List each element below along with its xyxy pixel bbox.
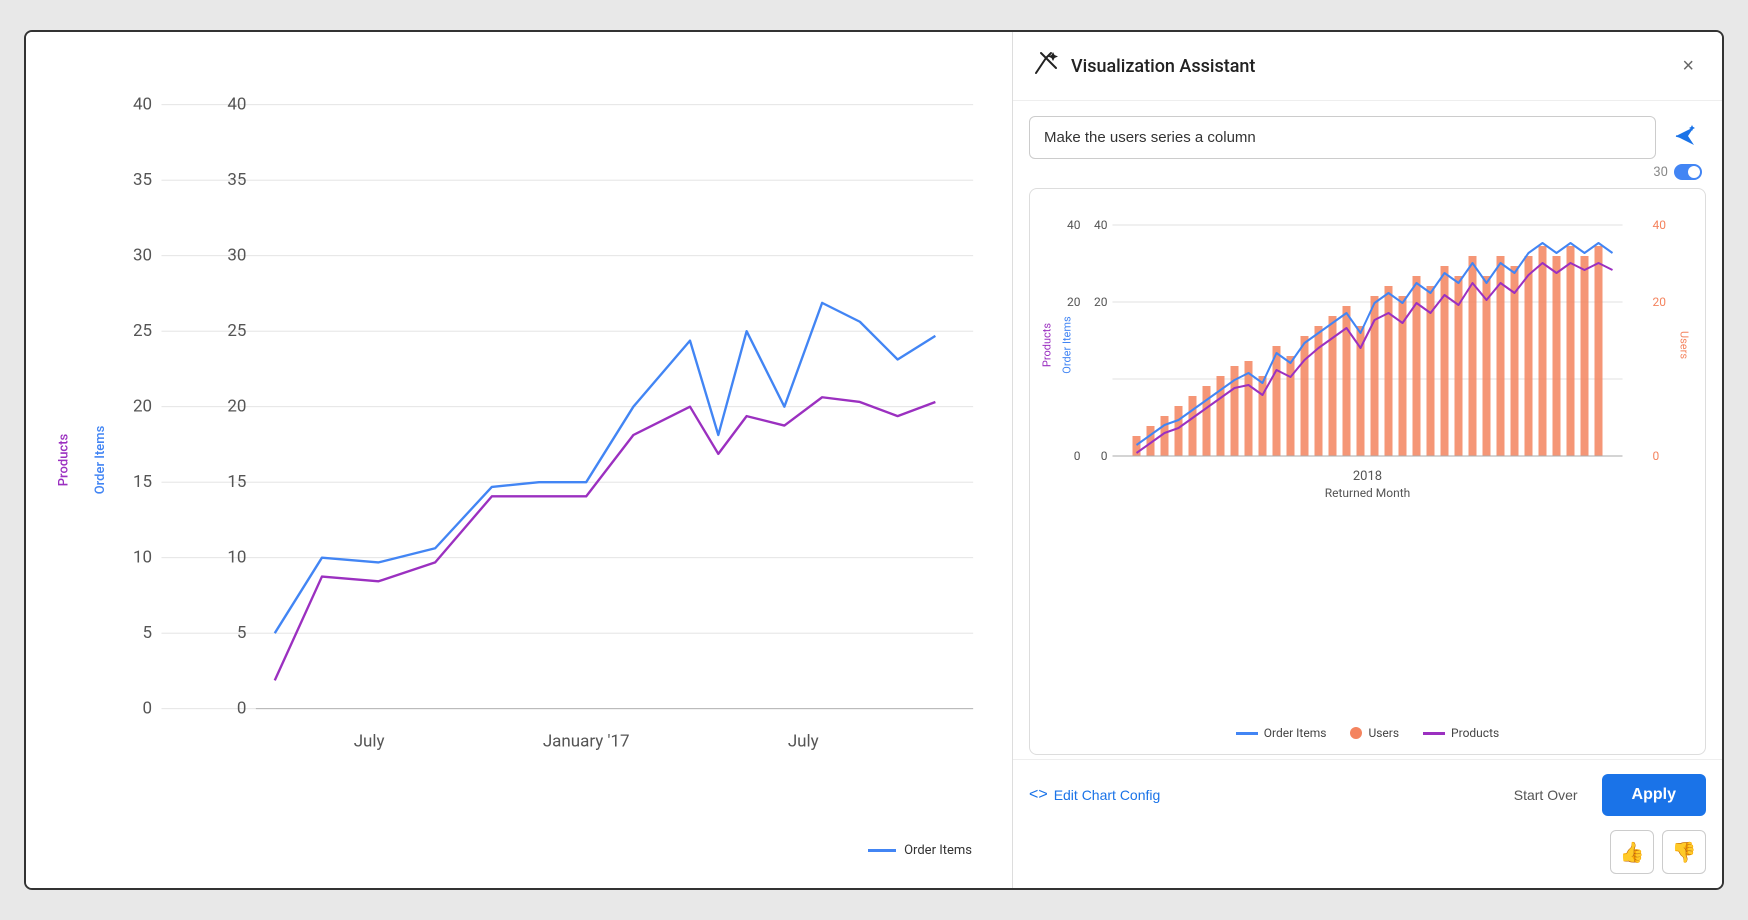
panel-header: Visualization Assistant × [1013, 32, 1722, 101]
svg-text:20: 20 [1067, 295, 1081, 309]
send-button[interactable] [1664, 115, 1706, 160]
legend-item-products: Products [1423, 726, 1499, 740]
input-area [1013, 101, 1722, 160]
svg-text:35: 35 [227, 170, 246, 190]
left-chart-svg: 40 35 30 25 20 15 10 5 0 40 35 30 25 20 … [86, 62, 992, 808]
feedback-row: 👍 👎 [1013, 830, 1722, 888]
preview-legend: Order Items Users Products [1040, 716, 1695, 744]
users-legend-dot [1350, 727, 1362, 739]
left-y-orderitems-label: Order Items [93, 426, 108, 495]
svg-text:2018: 2018 [1353, 469, 1382, 484]
svg-text:40: 40 [1067, 218, 1081, 232]
edit-chart-config-button[interactable]: <> Edit Chart Config [1029, 786, 1160, 804]
preview-chart-inner: 40 20 0 40 20 0 40 20 0 [1040, 205, 1695, 744]
bottom-actions: <> Edit Chart Config Start Over Apply [1013, 759, 1722, 830]
order-items-legend-label: Order Items [1264, 726, 1327, 740]
legend-item-order-items: Order Items [1236, 726, 1327, 740]
svg-text:July: July [788, 731, 819, 751]
order-items-legend-line [1236, 732, 1258, 735]
left-y-products-label: Products [57, 434, 72, 486]
code-icon: <> [1029, 786, 1048, 804]
thumbs-down-icon: 👎 [1672, 840, 1697, 865]
svg-text:20: 20 [133, 396, 152, 416]
prompt-input[interactable] [1029, 116, 1656, 159]
svg-text:40: 40 [227, 94, 246, 114]
left-chart-legend: Order Items [868, 843, 972, 858]
svg-text:0: 0 [1101, 449, 1108, 463]
preview-svg-wrapper: 40 20 0 40 20 0 40 20 0 [1040, 205, 1695, 716]
preview-chart-svg: 40 20 0 40 20 0 40 20 0 [1040, 205, 1695, 505]
svg-text:40: 40 [1653, 218, 1667, 232]
token-row: 30 [1013, 160, 1722, 188]
svg-text:25: 25 [227, 321, 246, 341]
svg-text:0: 0 [237, 698, 247, 718]
token-toggle[interactable] [1674, 164, 1702, 180]
svg-text:10: 10 [227, 547, 246, 567]
legend-item-users: Users [1350, 726, 1399, 740]
users-legend-label: Users [1368, 726, 1399, 740]
thumbs-up-button[interactable]: 👍 [1610, 830, 1654, 874]
products-legend-line [1423, 732, 1445, 735]
panel-title: Visualization Assistant [1071, 56, 1662, 77]
svg-text:40: 40 [1094, 218, 1108, 232]
svg-text:15: 15 [227, 472, 246, 492]
svg-text:20: 20 [1653, 295, 1667, 309]
products-legend-label: Products [1451, 726, 1499, 740]
thumbs-down-button[interactable]: 👎 [1662, 830, 1706, 874]
svg-text:0: 0 [143, 698, 153, 718]
preview-chart-container: 40 20 0 40 20 0 40 20 0 [1029, 188, 1706, 755]
svg-text:Users: Users [1678, 331, 1691, 359]
svg-text:5: 5 [143, 623, 153, 643]
start-over-button[interactable]: Start Over [1502, 779, 1590, 811]
svg-text:January '17: January '17 [543, 731, 630, 751]
left-chart-area: Products Order Items 40 35 30 25 20 15 1… [26, 32, 1012, 888]
main-container: Products Order Items 40 35 30 25 20 15 1… [24, 30, 1724, 890]
svg-text:July: July [354, 731, 385, 751]
svg-text:15: 15 [133, 472, 152, 492]
legend-blue-line [868, 849, 896, 852]
assistant-icon [1033, 50, 1059, 82]
svg-text:40: 40 [133, 94, 152, 114]
close-button[interactable]: × [1674, 51, 1702, 82]
svg-text:30: 30 [133, 245, 152, 265]
svg-text:30: 30 [227, 245, 246, 265]
token-count: 30 [1653, 165, 1668, 180]
svg-text:Products: Products [1041, 323, 1054, 367]
svg-text:35: 35 [133, 170, 152, 190]
svg-text:20: 20 [227, 396, 246, 416]
legend-order-items-label: Order Items [904, 843, 972, 858]
edit-chart-label: Edit Chart Config [1054, 787, 1161, 803]
right-panel: Visualization Assistant × 30 [1012, 32, 1722, 888]
svg-text:0: 0 [1074, 449, 1081, 463]
svg-text:Returned Month: Returned Month [1325, 486, 1411, 500]
thumbs-up-icon: 👍 [1620, 840, 1645, 865]
svg-text:5: 5 [237, 623, 247, 643]
svg-text:10: 10 [133, 547, 152, 567]
svg-text:25: 25 [133, 321, 152, 341]
apply-button[interactable]: Apply [1602, 774, 1706, 816]
svg-text:0: 0 [1653, 449, 1660, 463]
svg-text:20: 20 [1094, 295, 1108, 309]
svg-text:Order Items: Order Items [1061, 316, 1074, 374]
